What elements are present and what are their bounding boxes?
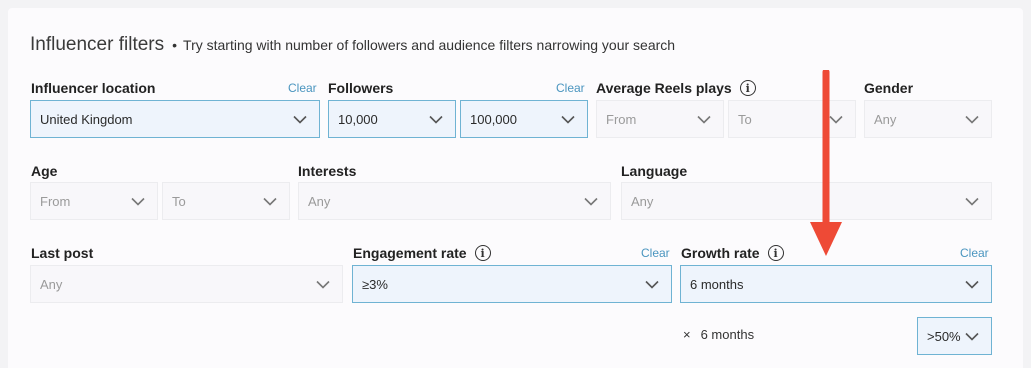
growth-label: Growth rate i	[681, 245, 784, 261]
location-clear-link[interactable]: Clear	[288, 81, 317, 95]
followers-to-select[interactable]: 100,000	[460, 100, 588, 138]
info-icon[interactable]: i	[739, 80, 756, 96]
age-from-select[interactable]: From	[30, 182, 158, 220]
age-to-value: To	[172, 193, 186, 209]
chevron-down-icon	[131, 194, 145, 208]
followers-clear-link[interactable]: Clear	[556, 81, 585, 95]
last-post-select[interactable]: Any	[30, 265, 343, 303]
growth-threshold-value: >50%	[927, 328, 961, 344]
chevron-down-icon	[584, 194, 598, 208]
growth-clear-link[interactable]: Clear	[960, 246, 989, 260]
age-to-select[interactable]: To	[162, 182, 290, 220]
chevron-down-icon	[293, 112, 307, 126]
growth-chip-label: 6 months	[700, 327, 755, 342]
location-label: Influencer location	[31, 80, 156, 96]
chevron-down-icon	[965, 112, 979, 126]
info-icon[interactable]: i	[767, 245, 784, 261]
header-subtitle: Try starting with number of followers an…	[183, 37, 676, 53]
last-post-label: Last post	[31, 245, 94, 261]
growth-period-select[interactable]: 6 months	[680, 265, 992, 303]
growth-period-value: 6 months	[690, 276, 744, 292]
chevron-down-icon	[263, 194, 277, 208]
language-value: Any	[631, 193, 654, 209]
reels-label: Average Reels plays i	[596, 80, 756, 96]
annotation-arrow-icon	[810, 70, 842, 256]
location-value: United Kingdom	[40, 111, 133, 127]
chevron-down-icon	[316, 277, 330, 291]
growth-period-chip: × 6 months	[683, 327, 754, 342]
language-select[interactable]: Any	[621, 182, 992, 220]
close-icon[interactable]: ×	[683, 327, 691, 342]
info-icon[interactable]: i	[474, 245, 491, 261]
interests-value: Any	[308, 193, 331, 209]
chevron-down-icon	[965, 329, 979, 343]
language-label: Language	[621, 163, 688, 179]
chevron-down-icon	[429, 112, 443, 126]
followers-from-select[interactable]: 10,000	[328, 100, 456, 138]
chevron-down-icon	[965, 194, 979, 208]
growth-threshold-select[interactable]: >50%	[917, 317, 992, 355]
chevron-down-icon	[965, 277, 979, 291]
chevron-down-icon	[697, 112, 711, 126]
engagement-label: Engagement rate i	[353, 245, 491, 261]
engagement-clear-link[interactable]: Clear	[641, 246, 670, 260]
age-from-value: From	[40, 193, 71, 209]
followers-from-value: 10,000	[338, 111, 378, 127]
reels-label-text: Average Reels plays	[596, 80, 732, 96]
filters-header: Influencer filters • Try starting with n…	[30, 34, 675, 56]
gender-select[interactable]: Any	[864, 100, 992, 138]
engagement-label-text: Engagement rate	[353, 245, 467, 261]
reels-from-value: From	[606, 111, 637, 127]
growth-label-text: Growth rate	[681, 245, 760, 261]
gender-value: Any	[874, 111, 897, 127]
header-bullet: •	[172, 37, 178, 53]
engagement-select[interactable]: ≥3%	[352, 265, 672, 303]
page-title: Influencer filters	[30, 34, 165, 55]
followers-to-value: 100,000	[470, 111, 517, 127]
chevron-down-icon	[561, 112, 575, 126]
age-label: Age	[31, 163, 58, 179]
engagement-value: ≥3%	[362, 276, 388, 292]
reels-from-select[interactable]: From	[596, 100, 724, 138]
gender-label: Gender	[864, 80, 914, 96]
interests-select[interactable]: Any	[298, 182, 611, 220]
chevron-down-icon	[645, 277, 659, 291]
location-select[interactable]: United Kingdom	[30, 100, 320, 138]
followers-label: Followers	[328, 80, 394, 96]
last-post-value: Any	[40, 276, 63, 292]
interests-label: Interests	[298, 163, 357, 179]
